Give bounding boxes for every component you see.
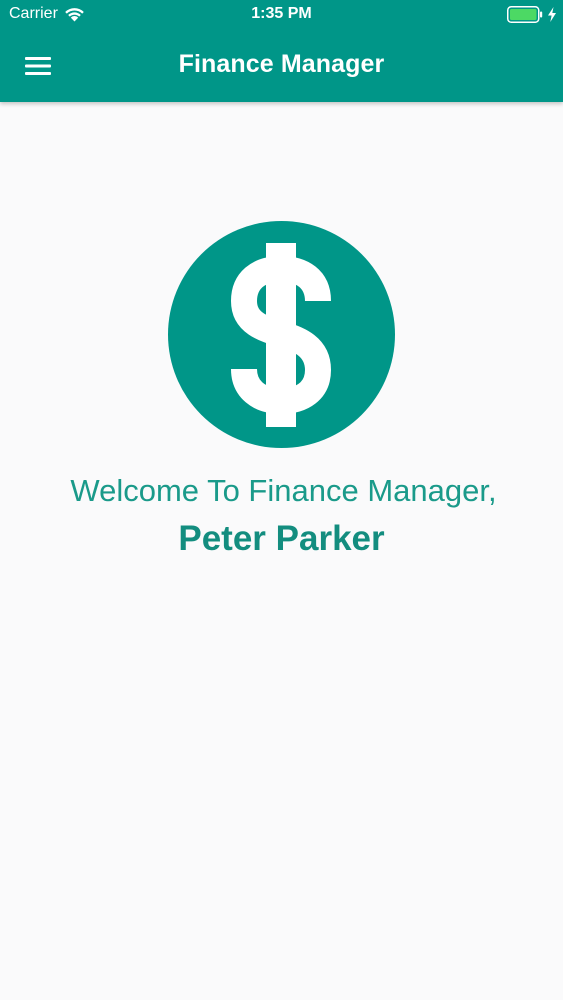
screen: Carrier 1:35 PM Finance Manager Welcome … xyxy=(0,0,563,1000)
charging-bolt-icon xyxy=(548,7,556,22)
dollar-sign-icon xyxy=(168,221,395,448)
welcome-message: Welcome To Finance Manager, xyxy=(70,473,497,508)
battery-group xyxy=(507,6,557,23)
page-title: Finance Manager xyxy=(178,50,385,78)
header: Carrier 1:35 PM Finance Manager xyxy=(0,0,563,102)
battery-charging-icon xyxy=(507,6,543,23)
app-bar: Finance Manager xyxy=(0,30,563,102)
status-bar: Carrier 1:35 PM xyxy=(0,0,563,30)
status-time: 1:35 PM xyxy=(251,5,312,22)
app-logo xyxy=(168,221,395,448)
user-name: Peter Parker xyxy=(178,519,385,558)
